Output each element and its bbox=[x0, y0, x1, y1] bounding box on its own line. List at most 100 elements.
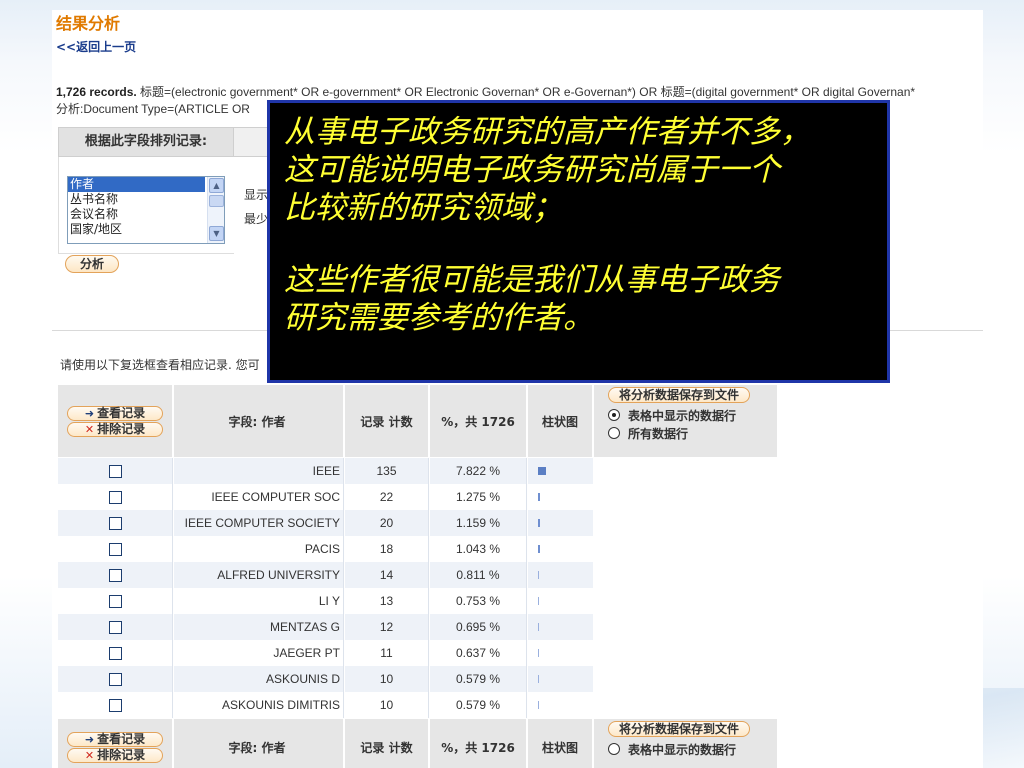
row-checkbox[interactable] bbox=[108, 516, 122, 530]
author-name: ASKOUNIS DIMITRIS bbox=[174, 692, 344, 718]
query-summary-line2: 分析:Document Type=(ARTICLE OR bbox=[56, 102, 250, 116]
radio-visible-rows[interactable]: 表格中显示的数据行 bbox=[608, 406, 777, 424]
bar-mark bbox=[538, 519, 540, 527]
analyze-button[interactable]: 分析 bbox=[65, 255, 120, 273]
exclude-records-button[interactable]: ✕ 排除记录 bbox=[67, 747, 163, 763]
checkbox-cell bbox=[58, 562, 173, 588]
bar-cell bbox=[528, 614, 593, 640]
table-footer-row: ➜ 查看记录 ✕ 排除记录 字段: 作者 记录 计数 %，共 1726 柱状图 将分… bbox=[58, 719, 778, 768]
query-summary: 1,726 records. 标题=(electronic government… bbox=[56, 83, 983, 100]
exclude-records-button[interactable]: ✕ 排除记录 bbox=[67, 421, 163, 437]
row-checkbox[interactable] bbox=[108, 698, 122, 712]
author-name: MENTZAS G bbox=[174, 614, 344, 640]
table-row: ASKOUNIS D 10 0.579 % bbox=[58, 666, 778, 692]
row-checkbox[interactable] bbox=[108, 620, 122, 634]
arrow-right-icon: ➜ bbox=[84, 406, 95, 420]
record-percent: 0.695 % bbox=[430, 614, 527, 640]
table-row: IEEE 135 7.822 % bbox=[58, 458, 778, 484]
row-checkbox[interactable] bbox=[108, 542, 122, 556]
overlay-line: 这些作者很可能是我们从事电子政务 bbox=[284, 262, 780, 298]
checkbox-cell bbox=[58, 588, 173, 614]
author-name: IEEE COMPUTER SOC bbox=[174, 484, 344, 510]
save-panel: 将分析数据保存到文件 表格中显示的数据行 bbox=[594, 719, 778, 768]
bar-cell bbox=[528, 666, 593, 692]
listbox-scrollbar[interactable]: ▲ ▼ bbox=[207, 177, 224, 243]
field-header: 字段: 作者 bbox=[174, 719, 344, 768]
record-action-cell: ➜ 查看记录 ✕ 排除记录 bbox=[58, 719, 173, 768]
view-records-button[interactable]: ➜ 查看记录 bbox=[67, 731, 163, 747]
row-checkbox[interactable] bbox=[108, 594, 122, 608]
annotation-overlay: 从事电子政务研究的高产作者并不多， 这可能说明电子政务研究尚属于一个 比较新的研… bbox=[267, 100, 890, 383]
table-header-row: ➜ 查看记录 ✕ 排除记录 字段: 作者 记录 计数 %，共 1726 柱状图 将分… bbox=[58, 385, 778, 457]
bar-cell bbox=[528, 484, 593, 510]
table-row: PACIS 18 1.043 % bbox=[58, 536, 778, 562]
row-checkbox[interactable] bbox=[108, 646, 122, 660]
save-analysis-button[interactable]: 将分析数据保存到文件 bbox=[608, 721, 751, 737]
record-count: 135 bbox=[345, 458, 429, 484]
author-name: ASKOUNIS D bbox=[174, 666, 344, 692]
record-percent: 1.275 % bbox=[430, 484, 527, 510]
arrow-right-icon: ➜ bbox=[84, 732, 95, 746]
radio-icon[interactable] bbox=[608, 743, 620, 755]
overlay-line: 比较新的研究领域； bbox=[284, 190, 563, 226]
scroll-thumb[interactable] bbox=[209, 195, 224, 207]
author-name: IEEE COMPUTER SOCIETY bbox=[174, 510, 344, 536]
radio-visible-rows[interactable]: 表格中显示的数据行 bbox=[608, 740, 777, 758]
row-checkbox[interactable] bbox=[108, 568, 122, 582]
author-name: JAEGER PT bbox=[174, 640, 344, 666]
overlay-line: 这可能说明电子政务研究尚属于一个 bbox=[284, 152, 780, 188]
checkbox-cell bbox=[58, 510, 173, 536]
save-analysis-button[interactable]: 将分析数据保存到文件 bbox=[608, 387, 751, 403]
bar-cell bbox=[528, 640, 593, 666]
record-percent: 0.753 % bbox=[430, 588, 527, 614]
checkbox-cell bbox=[58, 614, 173, 640]
bar-header: 柱状图 bbox=[528, 719, 593, 768]
record-percent: 7.822 % bbox=[430, 458, 527, 484]
record-count: 10 bbox=[345, 666, 429, 692]
bar-mark bbox=[538, 649, 539, 657]
bar-mark bbox=[538, 493, 540, 501]
page-title: 结果分析 bbox=[56, 14, 121, 33]
record-count: 12 bbox=[345, 614, 429, 640]
bar-cell bbox=[528, 458, 593, 484]
bar-mark bbox=[538, 545, 540, 553]
radio-all-rows[interactable]: 所有数据行 bbox=[608, 424, 777, 442]
record-count: 22 bbox=[345, 484, 429, 510]
row-checkbox[interactable] bbox=[108, 672, 122, 686]
radio-icon[interactable] bbox=[608, 409, 620, 421]
bar-mark bbox=[538, 675, 539, 683]
row-checkbox[interactable] bbox=[108, 464, 122, 478]
record-count: 1,726 records. bbox=[56, 85, 137, 99]
listbox-option[interactable]: 作者 bbox=[68, 177, 205, 192]
author-name: ALFRED UNIVERSITY bbox=[174, 562, 344, 588]
record-count: 14 bbox=[345, 562, 429, 588]
count-header: 记录 计数 bbox=[345, 385, 429, 457]
percent-header: %，共 1726 bbox=[430, 719, 527, 768]
bar-mark bbox=[538, 701, 539, 709]
listbox-option[interactable]: 丛书名称 bbox=[68, 192, 205, 207]
view-records-button[interactable]: ➜ 查看记录 bbox=[67, 405, 163, 421]
author-name: LI Y bbox=[174, 588, 344, 614]
table-row: IEEE COMPUTER SOCIETY 20 1.159 % bbox=[58, 510, 778, 536]
bar-cell bbox=[528, 536, 593, 562]
checkbox-cell bbox=[58, 666, 173, 692]
radio-icon[interactable] bbox=[608, 427, 620, 439]
record-count: 10 bbox=[345, 692, 429, 718]
table-row: ALFRED UNIVERSITY 14 0.811 % bbox=[58, 562, 778, 588]
close-icon: ✕ bbox=[84, 748, 95, 762]
table-row: ASKOUNIS DIMITRIS 10 0.579 % bbox=[58, 692, 778, 718]
record-percent: 0.579 % bbox=[430, 666, 527, 692]
record-count: 18 bbox=[345, 536, 429, 562]
back-link[interactable]: <<返回上一页 bbox=[56, 38, 136, 55]
bar-cell bbox=[528, 692, 593, 718]
query-text: 标题=(electronic government* OR e-governme… bbox=[136, 85, 916, 99]
listbox-option[interactable]: 国家/地区 bbox=[68, 222, 205, 237]
record-percent: 0.579 % bbox=[430, 692, 527, 718]
listbox-option[interactable]: 会议名称 bbox=[68, 207, 205, 222]
scroll-up-icon[interactable]: ▲ bbox=[209, 178, 224, 193]
row-checkbox[interactable] bbox=[108, 490, 122, 504]
overlay-line: 从事电子政务研究的高产作者并不多， bbox=[284, 114, 811, 150]
scroll-down-icon[interactable]: ▼ bbox=[209, 226, 224, 241]
rank-field-listbox[interactable]: 作者 丛书名称 会议名称 国家/地区 ▲ ▼ bbox=[67, 176, 225, 244]
count-header: 记录 计数 bbox=[345, 719, 429, 768]
